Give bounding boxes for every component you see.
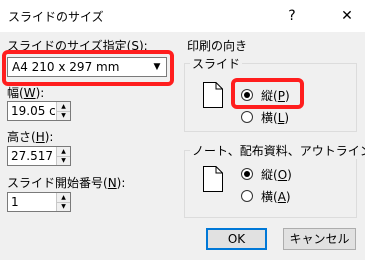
cancel-button[interactable]: キャンセル [283,228,356,250]
ok-button[interactable]: OK [206,228,267,250]
start-number-down-icon[interactable]: ▼ [57,202,70,211]
notes-page-icon [203,166,223,192]
dialog-title: スライドのサイズ [8,10,104,24]
orientation-heading: 印刷の向き [187,39,248,53]
height-spinner[interactable]: 27.517 cm ▲ ▼ [7,146,71,166]
slide-size-dialog: スライドのサイズ ? ✕ スライドのサイズ指定(S): A4 210 x 297… [0,0,365,260]
notes-group-label: ノート、配布資料、アウトライン [190,142,365,159]
slides-landscape-radio[interactable] [241,111,253,123]
notes-landscape-label[interactable]: 横(A) [261,188,291,205]
close-button[interactable]: ✕ [336,5,358,27]
notes-portrait-label[interactable]: 縦(O) [261,166,292,183]
slides-landscape-label[interactable]: 横(L) [261,109,289,126]
height-down-icon[interactable]: ▼ [57,156,70,165]
slides-group-label: スライド [190,55,243,72]
portrait-page-icon [203,82,223,108]
start-number-input[interactable]: 1 [11,195,19,209]
start-number-spinner[interactable]: 1 ▲ ▼ [7,192,71,212]
width-label: 幅(W): [7,86,45,100]
highlight-slide-size [2,50,174,86]
highlight-portrait [231,78,304,109]
start-number-label: スライド開始番号(N): [7,176,126,190]
height-label: 高さ(H): [7,130,54,144]
notes-landscape-radio[interactable] [241,190,253,202]
help-button[interactable]: ? [282,5,302,27]
width-down-icon[interactable]: ▼ [57,111,70,120]
width-spinner[interactable]: 19.05 cm ▲ ▼ [7,101,71,121]
notes-portrait-radio[interactable] [241,168,253,180]
title-bar: スライドのサイズ ? ✕ [0,0,365,32]
